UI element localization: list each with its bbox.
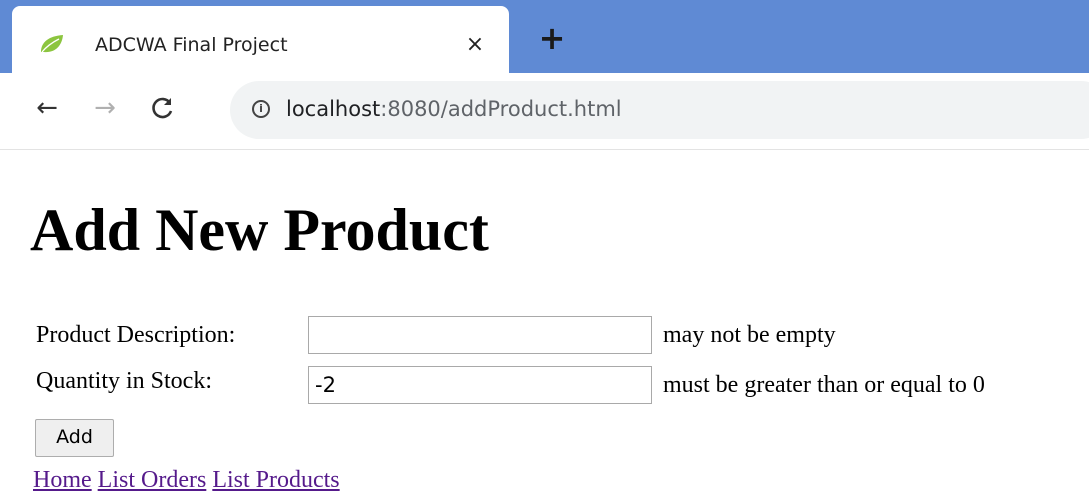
product-description-label: Product Description: — [36, 322, 236, 348]
forward-arrow-icon[interactable]: → — [88, 91, 122, 125]
page-content: Add New Product Product Description: may… — [0, 150, 1089, 499]
home-link[interactable]: Home — [33, 467, 92, 493]
address-bar[interactable]: i localhost:8080/addProduct.html — [230, 81, 1089, 139]
reload-icon[interactable] — [146, 91, 180, 125]
nav-links: Home List Orders List Products — [33, 465, 340, 495]
back-arrow-icon[interactable]: ← — [30, 91, 64, 125]
add-button[interactable]: Add — [35, 419, 114, 457]
spring-leaf-icon — [39, 34, 65, 54]
url-host: localhost — [286, 97, 381, 121]
quantity-in-stock-input[interactable] — [308, 366, 652, 404]
info-icon[interactable]: i — [252, 100, 270, 118]
new-tab-button[interactable]: + — [532, 18, 572, 58]
tab-strip: ADCWA Final Project × + — [0, 0, 1089, 73]
url-text[interactable]: localhost:8080/addProduct.html — [286, 97, 622, 121]
tab-active[interactable]: ADCWA Final Project × — [12, 6, 509, 73]
browser-toolbar: ← → i localhost:8080/addProduct.html — [0, 73, 1089, 150]
quantity-in-stock-error: must be greater than or equal to 0 — [663, 372, 985, 398]
product-description-input[interactable] — [308, 316, 652, 354]
product-description-error: may not be empty — [663, 322, 836, 348]
browser-window: ADCWA Final Project × + ← → i localhost:… — [0, 0, 1089, 499]
close-icon[interactable]: × — [462, 32, 488, 58]
url-path: :8080/addProduct.html — [380, 97, 622, 121]
page-title: Add New Product — [30, 197, 489, 263]
list-products-link[interactable]: List Products — [212, 467, 339, 493]
tab-title: ADCWA Final Project — [95, 34, 288, 56]
quantity-in-stock-label: Quantity in Stock: — [36, 368, 212, 394]
list-orders-link[interactable]: List Orders — [98, 467, 207, 493]
